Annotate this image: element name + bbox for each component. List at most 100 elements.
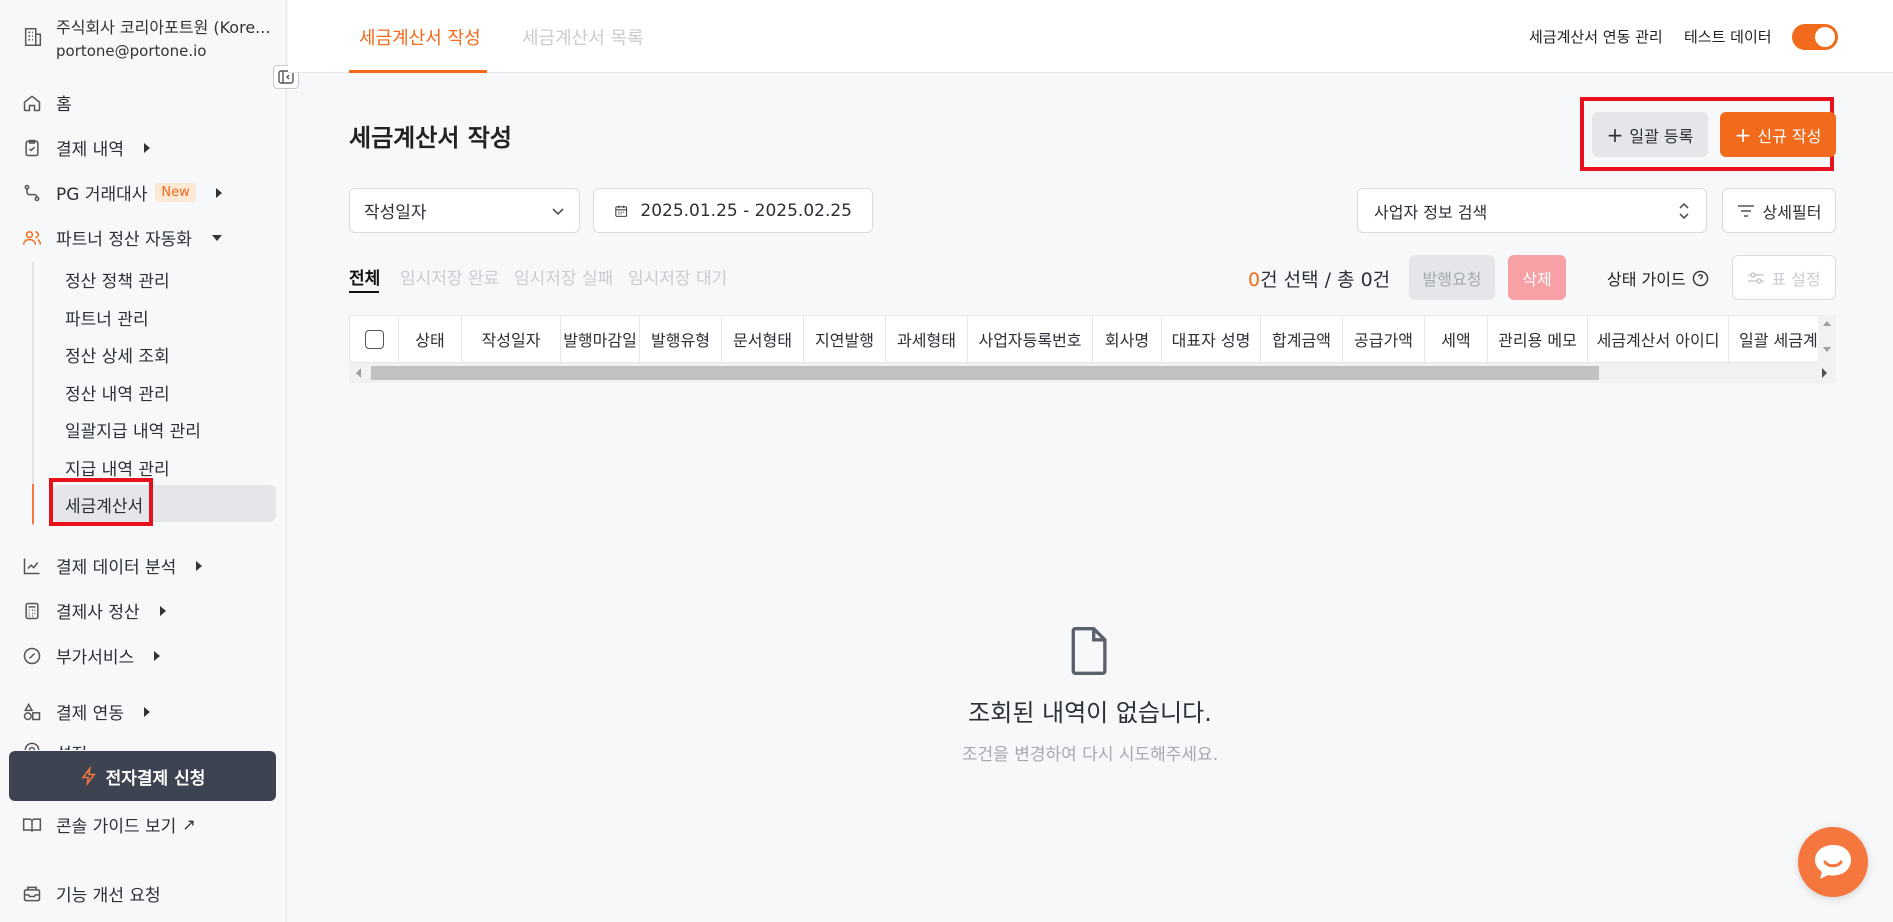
- column-header[interactable]: 세액: [1425, 316, 1488, 362]
- issue-request-button[interactable]: 발행요청: [1409, 255, 1495, 300]
- sidebar-subitem-settlement-detail[interactable]: 정산 상세 조회: [65, 342, 170, 367]
- sidebar-item-payment-integration[interactable]: 결제 연동: [22, 699, 150, 724]
- sidebar-item-pg-reconciliation[interactable]: PG 거래대사 New: [22, 180, 222, 205]
- new-create-button[interactable]: + 신규 작성: [1720, 112, 1836, 157]
- apply-payment-label: 전자결제 신청: [105, 768, 206, 789]
- sliders-icon: [1748, 271, 1765, 284]
- detail-filter-button[interactable]: 상세필터: [1722, 188, 1836, 233]
- settings-icon: [24, 742, 40, 750]
- tab-status-all[interactable]: 전체: [349, 264, 380, 289]
- scroll-right-arrow-icon[interactable]: [1822, 368, 1827, 378]
- column-header[interactable]: 과세형태: [886, 316, 968, 362]
- sidebar-item-label: 파트너 정산 자동화: [56, 230, 192, 250]
- tab-status-saved[interactable]: 임시저장 완료: [400, 264, 499, 289]
- column-header[interactable]: 발행마감일: [561, 316, 640, 362]
- date-range-value: 2025.01.25 - 2025.02.25: [640, 200, 852, 221]
- column-header[interactable]: 합계금액: [1261, 316, 1343, 362]
- sidebar-item-partner-settlement[interactable]: 파트너 정산 자동화: [22, 225, 222, 250]
- caret-right-icon: [143, 142, 150, 153]
- tab-status-failed[interactable]: 임시저장 실패: [514, 264, 613, 289]
- sidebar: 주식회사 코리아포트원 (Kore... portone@portone.io …: [0, 0, 299, 922]
- column-header[interactable]: 작성일자: [462, 316, 561, 362]
- sidebar-item-settings[interactable]: 설정: [22, 740, 87, 750]
- org-switcher[interactable]: 주식회사 코리아포트원 (Kore... portone@portone.io: [22, 14, 278, 60]
- column-header[interactable]: 회사명: [1093, 316, 1162, 362]
- status-guide-label: 상태 가이드: [1607, 270, 1686, 289]
- chat-button[interactable]: [1798, 827, 1868, 897]
- table-horizontal-scrollbar[interactable]: [349, 363, 1836, 383]
- console-guide-link[interactable]: 콘솔 가이드 보기 ↗: [22, 812, 196, 837]
- column-header[interactable]: 세금계산서 아이디: [1588, 316, 1729, 362]
- selected-count: 0: [1248, 269, 1261, 291]
- column-header[interactable]: 발행유형: [640, 316, 722, 362]
- scroll-up-arrow-icon[interactable]: [1823, 321, 1831, 326]
- submenu-line: [32, 262, 34, 526]
- table-settings-button[interactable]: 표 설정: [1732, 255, 1836, 300]
- count-text: 건 선택 / 총 0건: [1260, 269, 1391, 291]
- status-guide-button[interactable]: 상태 가이드: [1607, 266, 1709, 290]
- date-range-picker[interactable]: 2025.01.25 - 2025.02.25: [593, 188, 873, 233]
- sidebar-item-payments[interactable]: 결제 내역: [22, 135, 150, 160]
- business-search-placeholder: 사업자 정보 검색: [1374, 202, 1488, 222]
- caret-right-icon: [143, 706, 150, 717]
- scrollbar-thumb[interactable]: [371, 366, 1599, 380]
- sidebar-subitem-settlement-policy[interactable]: 정산 정책 관리: [65, 267, 170, 292]
- feature-request-label: 기능 개선 요청: [56, 886, 161, 906]
- column-header[interactable]: 공급가액: [1343, 316, 1425, 362]
- sidebar-item-label: 결제 연동: [56, 704, 124, 724]
- top-bar: 세금계산서 작성 세금계산서 목록 세금계산서 연동 관리 테스트 데이터: [288, 0, 1893, 73]
- tab-create-invoice[interactable]: 세금계산서 작성: [359, 24, 481, 50]
- caret-right-icon: [215, 187, 222, 198]
- sidebar-subitem-payout-history[interactable]: 지급 내역 관리: [65, 455, 170, 480]
- test-data-toggle[interactable]: [1792, 24, 1838, 50]
- bulk-register-label: 일괄 등록: [1629, 126, 1694, 146]
- sidebar-item-home[interactable]: 홈: [22, 90, 72, 115]
- scroll-down-arrow-icon[interactable]: [1823, 347, 1831, 352]
- new-badge: New: [155, 183, 196, 202]
- calculator-icon: [25, 602, 39, 619]
- tab-invoice-list[interactable]: 세금계산서 목록: [522, 24, 644, 50]
- sidebar-item-payment-analytics[interactable]: 결제 데이터 분석: [22, 553, 203, 578]
- sidebar-item-label: 결제 데이터 분석: [56, 558, 177, 578]
- test-data-label: 테스트 데이터: [1684, 28, 1772, 46]
- detail-filter-label: 상세필터: [1762, 202, 1822, 222]
- column-header[interactable]: 상태: [399, 316, 462, 362]
- sidebar-subitem-partner-management[interactable]: 파트너 관리: [65, 305, 149, 330]
- column-header[interactable]: 관리용 메모: [1488, 316, 1588, 362]
- sidebar-subitem-settlement-history[interactable]: 정산 내역 관리: [65, 380, 170, 405]
- column-header[interactable]: 문서형태: [722, 316, 804, 362]
- invoice-integration-link[interactable]: 세금계산서 연동 관리: [1529, 26, 1663, 47]
- plus-icon: +: [1606, 122, 1624, 147]
- scroll-left-arrow-icon[interactable]: [356, 368, 361, 378]
- book-open-icon: [22, 817, 42, 832]
- bulk-register-button[interactable]: + 일괄 등록: [1592, 112, 1708, 157]
- chevron-up-down-icon: [1679, 202, 1689, 219]
- file-icon: [1071, 627, 1107, 675]
- mail-box-icon: [23, 886, 41, 901]
- table-header-row: 상태 작성일자 발행마감일 발행유형 문서형태 지연발행 과세형태 사업자등록번…: [349, 315, 1836, 363]
- date-type-value: 작성일자: [364, 203, 427, 223]
- select-all-checkbox[interactable]: [350, 316, 399, 362]
- help-circle-icon: [1692, 270, 1708, 286]
- date-type-select[interactable]: 작성일자: [349, 188, 580, 233]
- empty-state: 조회된 내역이 없습니다. 조건을 변경하여 다시 시도해주세요.: [860, 625, 1320, 765]
- badge-percent-icon: [23, 647, 41, 664]
- calendar-icon: [615, 205, 628, 217]
- sidebar-item-label: 설정: [56, 740, 87, 750]
- sidebar-item-extra-services[interactable]: 부가서비스: [22, 643, 161, 668]
- column-header[interactable]: 지연발행: [804, 316, 886, 362]
- sidebar-subitem-bulk-payout[interactable]: 일괄지급 내역 관리: [65, 417, 201, 442]
- delete-button[interactable]: 삭제: [1508, 255, 1566, 300]
- column-header[interactable]: 사업자등록번호: [968, 316, 1093, 362]
- business-search-select[interactable]: 사업자 정보 검색: [1357, 188, 1707, 233]
- external-link-icon: ↗: [182, 815, 196, 834]
- column-header[interactable]: 대표자 성명: [1162, 316, 1261, 362]
- feature-request-link[interactable]: 기능 개선 요청: [22, 881, 161, 906]
- chat-bubble-icon: [1815, 845, 1851, 879]
- apply-payment-button[interactable]: 전자결제 신청: [9, 751, 276, 801]
- building-icon: [24, 28, 42, 46]
- sidebar-item-pg-settlement[interactable]: 결제사 정산: [22, 598, 166, 623]
- filter-icon: [1737, 204, 1754, 217]
- tab-status-pending[interactable]: 임시저장 대기: [628, 264, 727, 289]
- table-vertical-scrollbar[interactable]: [1818, 315, 1836, 363]
